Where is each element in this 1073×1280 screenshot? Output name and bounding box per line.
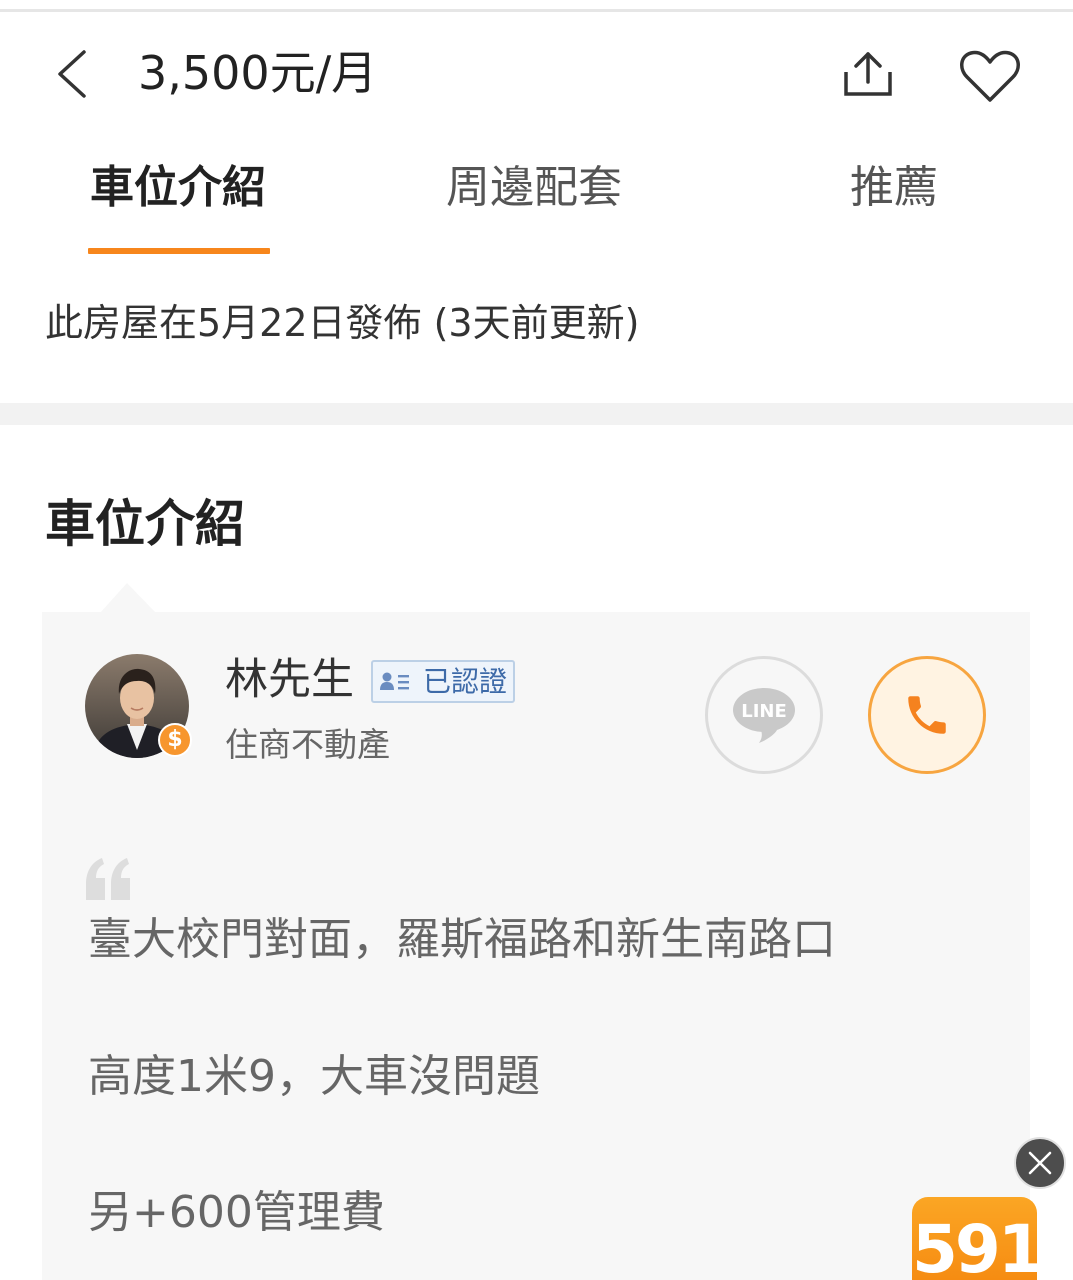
591-ad-banner[interactable]: 591 [912, 1197, 1037, 1280]
591-logo-text: 591 [912, 1211, 1037, 1280]
tab-recommend[interactable]: 推薦 [850, 160, 938, 216]
page-title: 3,500元/月 [138, 46, 378, 100]
publish-info: 此房屋在5月22日發佈 (3天前更新) [45, 301, 640, 345]
section-divider [0, 403, 1073, 425]
close-ad-button[interactable] [1014, 1137, 1066, 1189]
heart-icon [960, 50, 1020, 102]
share-button[interactable] [838, 48, 898, 100]
verified-label: 已認證 [423, 664, 508, 698]
close-icon [1028, 1151, 1052, 1175]
top-divider [0, 9, 1073, 12]
id-card-icon [380, 672, 409, 690]
description-line: 高度1米9，大車沒問題 [88, 1051, 540, 1102]
tab-surroundings[interactable]: 周邊配套 [446, 160, 622, 216]
share-icon [844, 52, 892, 96]
active-tab-indicator [88, 248, 270, 254]
section-title: 車位介紹 [45, 495, 245, 553]
quote-icon [86, 858, 130, 900]
description-line: 另+600管理費 [88, 1187, 385, 1238]
phone-icon [908, 696, 946, 734]
tab-parking-intro[interactable]: 車位介紹 [90, 160, 266, 216]
agent-name: 林先生 [225, 655, 354, 705]
line-icon: LINE [733, 688, 795, 743]
call-button[interactable] [868, 656, 986, 774]
favorite-button[interactable] [956, 46, 1024, 106]
card-notch [100, 583, 156, 613]
verified-badge: 已認證 [371, 660, 515, 703]
agent-company: 住商不動產 [225, 725, 390, 764]
chevron-left-icon [58, 50, 86, 98]
line-contact-button[interactable]: LINE [705, 656, 823, 774]
back-button[interactable] [50, 46, 94, 102]
description-line: 臺大校門對面，羅斯福路和新生南路口 [88, 914, 836, 965]
agent-badge: $ [158, 723, 192, 757]
line-label: LINE [741, 701, 787, 722]
